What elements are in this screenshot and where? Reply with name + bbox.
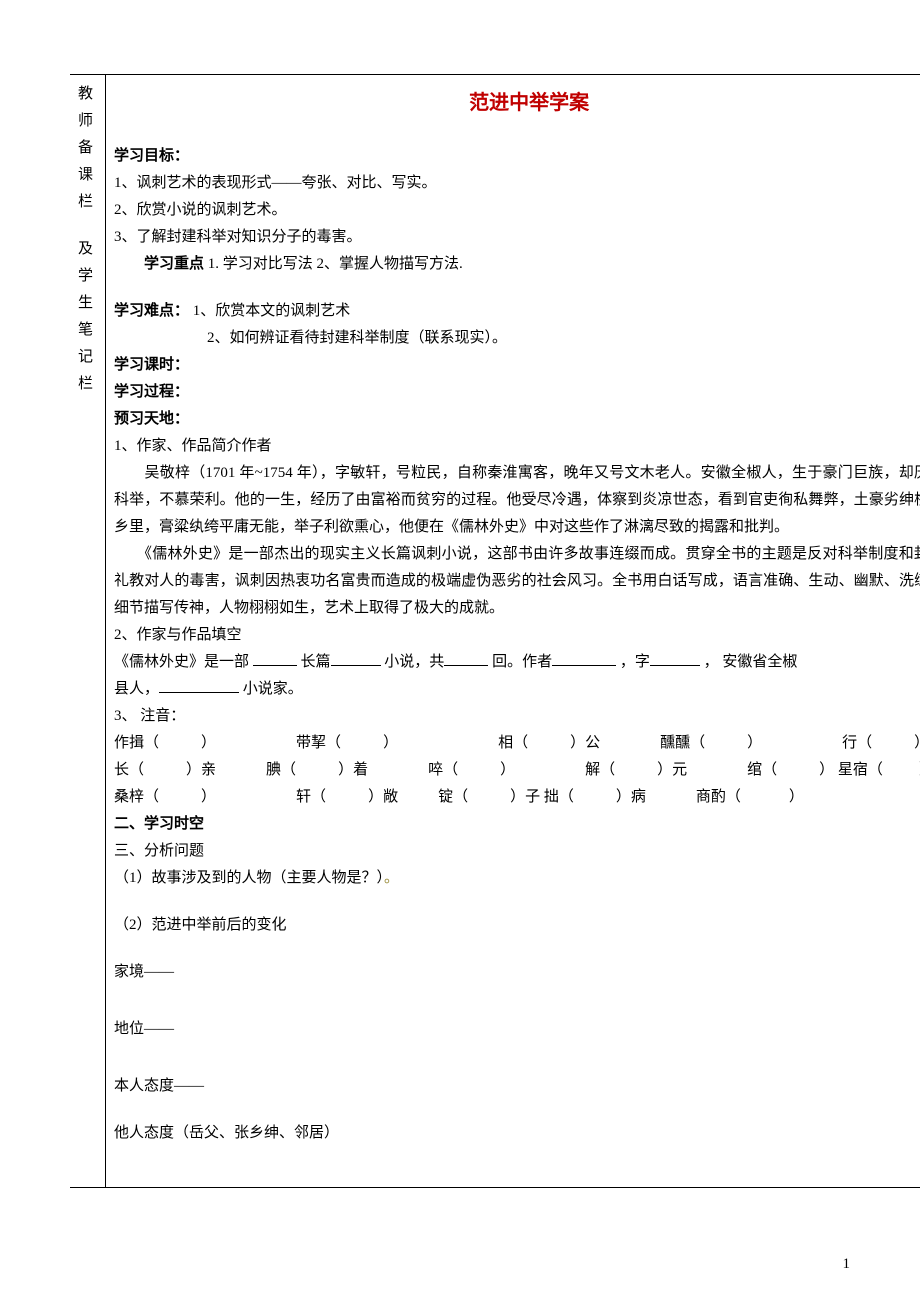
keypoint-text: 1. 学习对比写法 2、掌握人物描写方法. bbox=[208, 256, 463, 272]
pron-cell: ）事 bbox=[914, 730, 920, 757]
change-row: 他人态度（岳父、张乡绅、邻居） bbox=[114, 1120, 920, 1147]
layout-table: 教 师 备 课 栏 及学生笔记栏 范进中举学案 学习目标： 1、讽刺艺术的表现形… bbox=[70, 74, 920, 1188]
pron-row: 桑梓（ ） 轩（ ）敞 锭（ ）子 拙（ ）病 商酌（ ） bbox=[114, 784, 920, 811]
keypoint-label: 学习重点 bbox=[144, 256, 204, 272]
dot-icon: 。 bbox=[384, 870, 399, 886]
blank bbox=[552, 650, 616, 666]
change-row: 地位—— bbox=[114, 1016, 920, 1043]
fill-text: 小说家。 bbox=[243, 681, 303, 697]
pron-cell: 商酌（ bbox=[696, 784, 741, 811]
blank bbox=[331, 650, 381, 666]
pron-cell: ） bbox=[201, 730, 216, 757]
q1: （1）故事涉及到的人物（主要人物是？）。 bbox=[114, 865, 920, 892]
fill-line1: 《儒林外史》是一部 长篇 小说，共 回。作者 ，字 ， 安徽省全椒 bbox=[114, 649, 920, 676]
goal-item: 3、了解封建科举对知识分子的毒害。 bbox=[114, 224, 920, 251]
blank bbox=[650, 650, 700, 666]
sidebar-line2: 及学生笔记栏 bbox=[78, 236, 97, 398]
pron-cell: 长（ bbox=[114, 757, 144, 784]
change-row: 本人态度—— bbox=[114, 1073, 920, 1100]
sidebar-line1: 教 师 备 课 栏 bbox=[78, 81, 97, 216]
pron-cell: 醺醺（ bbox=[660, 730, 705, 757]
pron-row: 长（）亲腆（）着啐（）解（）元绾（） 星宿（） bbox=[114, 757, 920, 784]
process-heading: 学习过程： bbox=[114, 379, 920, 406]
q1-text: （1）故事涉及到的人物（主要人物是？） bbox=[114, 870, 384, 886]
difficulty-item: 2、如何辨证看待封建科举制度（联系现实）。 bbox=[207, 325, 920, 352]
pron-cell: 相（ bbox=[498, 730, 528, 757]
fill-text: 小说，共 bbox=[384, 654, 444, 670]
pron-cell: ） bbox=[201, 784, 216, 811]
period-heading: 学习课时： bbox=[114, 352, 920, 379]
difficulty-item: 1、欣赏本文的讽刺艺术 bbox=[193, 303, 351, 319]
pron-cell: ）病 bbox=[616, 784, 646, 811]
content-column: 范进中举学案 学习目标： 1、讽刺艺术的表现形式——夸张、对比、写实。 2、欣赏… bbox=[106, 75, 920, 1188]
q2: （2）范进中举前后的变化 bbox=[114, 912, 920, 939]
pron-row: 作揖（ ） 带挈（ ） 相（ ）公 醺醺（ ） 行（ ）事 bbox=[114, 730, 920, 757]
pron-cell: 轩（ bbox=[296, 784, 326, 811]
fill-text: 《儒林外史》是一部 bbox=[114, 654, 253, 670]
blank bbox=[444, 650, 488, 666]
pron-cell: ）公 bbox=[570, 730, 600, 757]
pron-cell: 桑梓（ bbox=[114, 784, 159, 811]
pron-cell: ） bbox=[789, 784, 804, 811]
author-bio: 吴敬梓（1701 年~1754 年），字敏轩，号粒民，自称秦淮寓客，晚年又号文木… bbox=[114, 460, 920, 541]
pron-cell: 腆（ bbox=[266, 757, 296, 784]
fill-text: ， 安徽省全椒 bbox=[704, 654, 798, 670]
preview-heading: 预习天地： bbox=[114, 406, 920, 433]
goal-item: 2、欣赏小说的讽刺艺术。 bbox=[114, 197, 920, 224]
difficulty-label: 学习难点： bbox=[114, 303, 189, 319]
keypoint-row: 学习重点 1. 学习对比写法 2、掌握人物描写方法. bbox=[144, 251, 920, 278]
pron-cell: ）子 拙（ bbox=[510, 784, 574, 811]
fill-text: 县人， bbox=[114, 681, 159, 697]
pron-cell: 锭（ bbox=[438, 784, 468, 811]
goals-heading: 学习目标： bbox=[114, 143, 920, 170]
goal-item: 1、讽刺艺术的表现形式——夸张、对比、写实。 bbox=[114, 170, 920, 197]
change-row: 家境—— bbox=[114, 959, 920, 986]
fill-text: 长篇 bbox=[301, 654, 331, 670]
pron-cell: ） bbox=[500, 757, 515, 784]
page-number: 1 bbox=[843, 1251, 851, 1278]
section3-heading: 三、分析问题 bbox=[114, 838, 920, 865]
difficulty-row: 学习难点： 1、欣赏本文的讽刺艺术 bbox=[114, 298, 920, 325]
pron-cell: ） 星宿（ bbox=[819, 757, 883, 784]
fill-line2: 县人， 小说家。 bbox=[114, 676, 920, 703]
fill-text: ，字 bbox=[620, 654, 650, 670]
pron-cell: 作揖（ bbox=[114, 730, 159, 757]
pron-cell: 绾（ bbox=[747, 757, 777, 784]
work-intro: 《儒林外史》是一部杰出的现实主义长篇讽刺小说，这部书由许多故事连缀而成。贯穿全书… bbox=[114, 541, 920, 622]
pron-rows: 作揖（）带挈（）相（）公醺醺（）行（）事长（）亲腆（）着啐（）解（）元绾（） 星… bbox=[114, 730, 920, 811]
pron-cell: ）元 bbox=[657, 757, 687, 784]
section2-heading: 二、学习时空 bbox=[114, 811, 920, 838]
pron-cell: 带挈（ bbox=[296, 730, 341, 757]
page-title: 范进中举学案 bbox=[114, 85, 920, 121]
pron-cell: ）敞 bbox=[368, 784, 398, 811]
pron-cell: ） bbox=[747, 730, 762, 757]
sidebar-column: 教 师 备 课 栏 及学生笔记栏 bbox=[70, 75, 106, 1188]
pron-cell: ）亲 bbox=[186, 757, 216, 784]
pron-cell: ）着 bbox=[338, 757, 368, 784]
pron-cell: ） bbox=[383, 730, 398, 757]
pron-cell: 行（ bbox=[842, 730, 872, 757]
blank bbox=[159, 677, 239, 693]
pron-cell: 解（ bbox=[585, 757, 615, 784]
blank bbox=[253, 650, 297, 666]
pron-cell: 啐（ bbox=[428, 757, 458, 784]
pronunciation-heading: 3、 注音： bbox=[114, 703, 920, 730]
fill-text: 回。作者 bbox=[492, 654, 552, 670]
fill-heading: 2、作家与作品填空 bbox=[114, 622, 920, 649]
author-heading: 1、作家、作品简介作者 bbox=[114, 433, 920, 460]
